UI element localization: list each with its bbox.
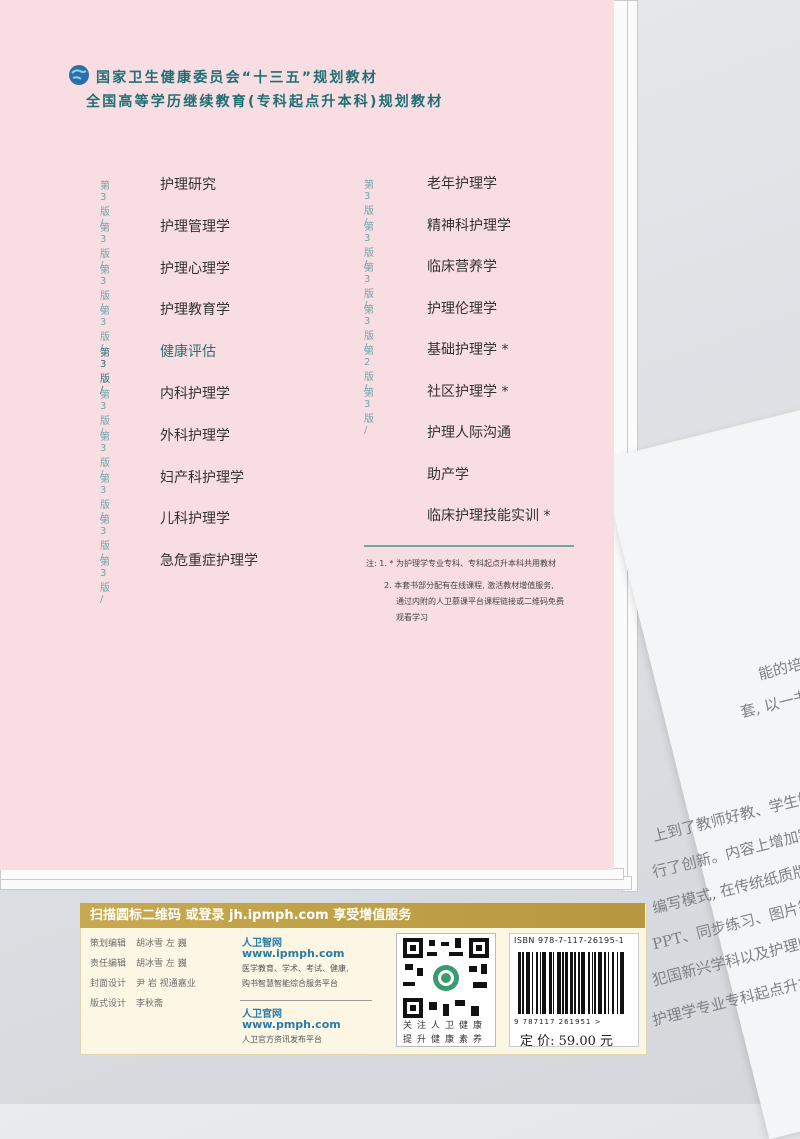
book-title: 护理研究 (160, 177, 216, 193)
credit-row: 策划编辑 胡冰雪 左 巍 (90, 939, 187, 949)
note-1: 注: 1. * 为护理学专业专科、专科起点升本科共用教材 (366, 559, 556, 568)
barcode-digits: 9 787117 261951 > (514, 1018, 602, 1026)
barcode-bar (574, 952, 576, 1014)
barcode-bar (522, 952, 524, 1014)
barcode-icon (518, 952, 624, 1014)
book-edition: 第 3 版 / (100, 557, 111, 606)
qr-code: 关注人卫健康 提升健康素养 (396, 933, 496, 1047)
barcode-bar (621, 952, 622, 1014)
barcode-bar (518, 952, 520, 1014)
barcode-bar (594, 952, 596, 1014)
credit-row: 版式设计 李秋斋 (90, 999, 164, 1009)
site1-desc: 医学教育、学术、考试、健康, (242, 964, 349, 973)
site-divider (240, 1000, 372, 1001)
barcode-bar (557, 952, 558, 1014)
barcode-bar (608, 952, 609, 1014)
book-title: 护理教育学 (160, 302, 230, 319)
barcode-bar (613, 952, 614, 1014)
barcode-bar (560, 952, 561, 1014)
barcode-bar (570, 952, 572, 1014)
credit-row: 责任编辑 胡冰雪 左 巍 (90, 959, 187, 969)
book-title: 老年护理学 (427, 176, 497, 192)
barcode-bar (581, 952, 582, 1014)
barcode-bar (544, 952, 545, 1014)
credit-row: 封面设计尹 岩 视通嘉业 (90, 979, 196, 989)
barcode-bar (553, 952, 554, 1014)
book-title: 助产学 (427, 466, 469, 483)
barcode-bar (605, 952, 606, 1014)
qr-caption-2: 提升健康素养 (403, 1035, 488, 1045)
book-title: 临床护理技能实训 * (427, 508, 551, 524)
barcode-bar (520, 952, 521, 1014)
book-title: 社区护理学 * (427, 383, 509, 400)
barcode-bar (532, 952, 533, 1014)
barcode-bar (588, 952, 589, 1014)
book-title: 健康评估 (160, 344, 216, 361)
book-edition: 第 3 版 / (364, 387, 375, 436)
barcode-bar (601, 952, 602, 1014)
barcode-bar (620, 952, 621, 1014)
book-title: 儿科护理学 (160, 511, 230, 528)
book-title: 护理心理学 (160, 260, 230, 277)
price: 定 价: 59.00 元 (520, 1034, 613, 1049)
scan-banner: 扫描圆标二维码 或登录 jh.ipmph.com 享受增值服务 (80, 903, 645, 928)
barcode-bar (542, 952, 544, 1014)
back-cover: 国家卫生健康委员会“十三五”规划教材 全国高等学历继续教育(专科起点升本科)规划… (0, 0, 614, 870)
barcode-bar (558, 952, 560, 1014)
barcode-bar (582, 952, 584, 1014)
book-title: 内科护理学 (160, 386, 230, 402)
barcode-bar (545, 952, 546, 1014)
book-title: 精神科护理学 (427, 217, 511, 234)
series-title-1: 国家卫生健康委员会“十三五”规划教材 (96, 70, 379, 86)
barcode-bar (589, 952, 590, 1014)
book-title: 护理人际沟通 (427, 425, 511, 441)
book-title: 外科护理学 (160, 427, 230, 444)
barcode-bar (549, 952, 550, 1014)
barcode-bar (566, 952, 568, 1014)
barcode-bar (536, 952, 537, 1014)
qr-caption-1: 关注人卫健康 (403, 1021, 488, 1031)
barcode-bar (572, 952, 573, 1014)
barcode-bar (562, 952, 564, 1014)
barcode-bar (584, 952, 585, 1014)
barcode-bar (600, 952, 601, 1014)
book-title: 急危重症护理学 (160, 553, 258, 570)
barcode-bar (537, 952, 538, 1014)
note-2c: 观看学习 (396, 613, 428, 622)
book-title: 护理伦理学 (427, 300, 497, 317)
barcode-bar (550, 952, 552, 1014)
book-title: 基础护理学 * (427, 342, 509, 358)
series-title-2: 全国高等学历继续教育(专科起点升本科)规划教材 (86, 94, 444, 110)
barcode-bar (604, 952, 605, 1014)
site1-desc: 购书智慧智能综合服务平台 (242, 979, 338, 988)
site2-url[interactable]: www.pmph.com (242, 1018, 341, 1031)
book-title: 护理管理学 (160, 218, 230, 235)
qr-code-icon (403, 938, 489, 1018)
barcode-bar (598, 952, 600, 1014)
barcode-bar (529, 952, 530, 1014)
notes-divider (364, 545, 574, 547)
barcode-bar (540, 952, 541, 1014)
globe-logo-icon (69, 65, 89, 85)
note-2b: 通过内附的人卫慕课平台课程链接或二维码免费 (396, 597, 564, 606)
barcode-bar (565, 952, 566, 1014)
barcode-bar (612, 952, 613, 1014)
barcode-bar (528, 952, 529, 1014)
site2-desc: 人卫官方资讯发布平台 (242, 1035, 322, 1044)
barcode-bar (592, 952, 593, 1014)
site1-url[interactable]: www.ipmph.com (242, 947, 345, 960)
book-title: 妇产科护理学 (160, 469, 244, 486)
barcode-bar (622, 952, 624, 1014)
note-2a: 2. 本套书部分配有在线课程, 激活教材增值服务, (384, 581, 554, 590)
isbn-text: ISBN 978-7-117-26195-1 (514, 936, 625, 945)
barcode-bar (526, 952, 528, 1014)
barcode-bar (578, 952, 580, 1014)
barcode-bar (617, 952, 618, 1014)
book-title: 临床营养学 (427, 259, 497, 275)
